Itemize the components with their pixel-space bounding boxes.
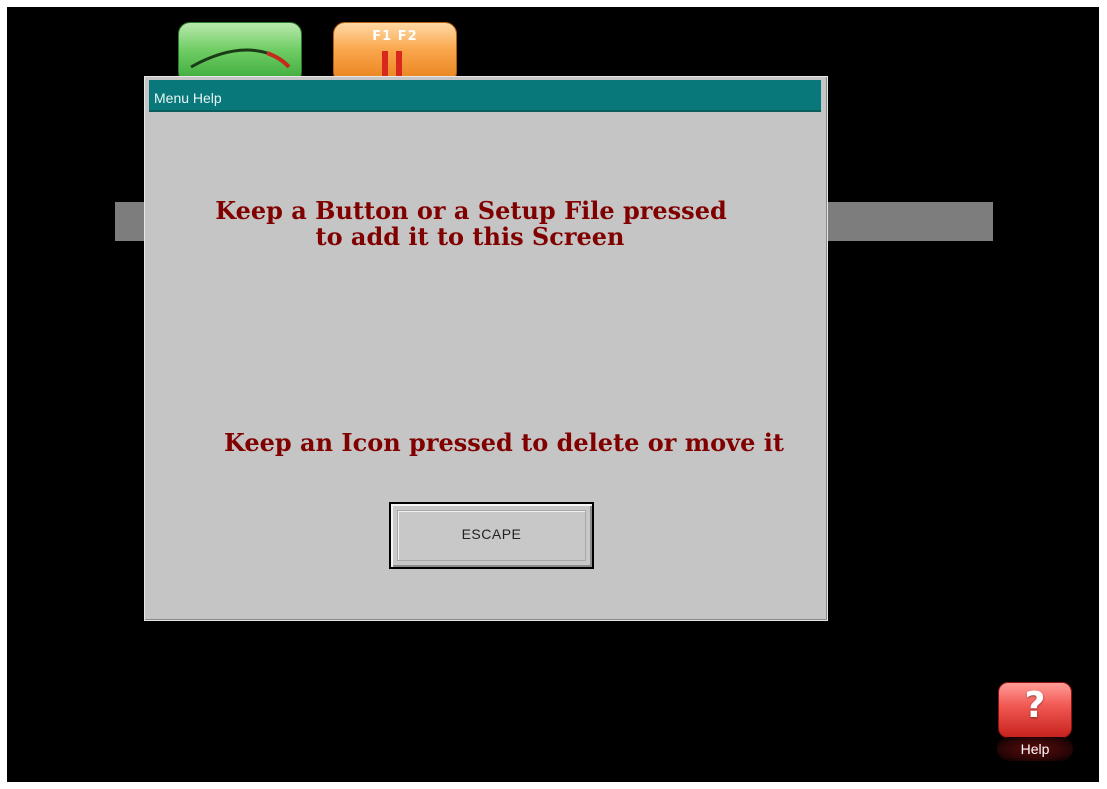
dialog-title: Menu Help [154, 90, 222, 106]
background-bar-right [807, 202, 993, 241]
dialog-title-bar: Menu Help [149, 80, 821, 112]
screen: F1 F2 Menu Help Keep a Button or a Setup… [7, 7, 1099, 782]
help-text-line-2: to add it to this Screen [315, 222, 625, 251]
menu-help-dialog: Menu Help Keep a Button or a Setup File … [144, 76, 828, 621]
question-mark-symbol: ? [1024, 685, 1046, 726]
function-keys-label: F1 F2 [372, 29, 418, 44]
gauge-arc-graphic [190, 48, 291, 69]
help-label-bar: Help [997, 737, 1073, 761]
help-text-line-3: Keep an Icon pressed to delete or move i… [224, 428, 784, 457]
help-label: Help [1020, 741, 1050, 757]
help-text-line-1: Keep a Button or a Setup File pressed [215, 196, 727, 225]
question-mark-icon: ? [998, 682, 1072, 738]
help-button[interactable]: ? Help [997, 681, 1073, 771]
gauge-icon[interactable] [178, 22, 302, 84]
function-keys-icon[interactable]: F1 F2 [333, 22, 457, 84]
escape-button-label: ESCAPE [461, 526, 522, 542]
escape-button[interactable]: ESCAPE [389, 502, 594, 569]
